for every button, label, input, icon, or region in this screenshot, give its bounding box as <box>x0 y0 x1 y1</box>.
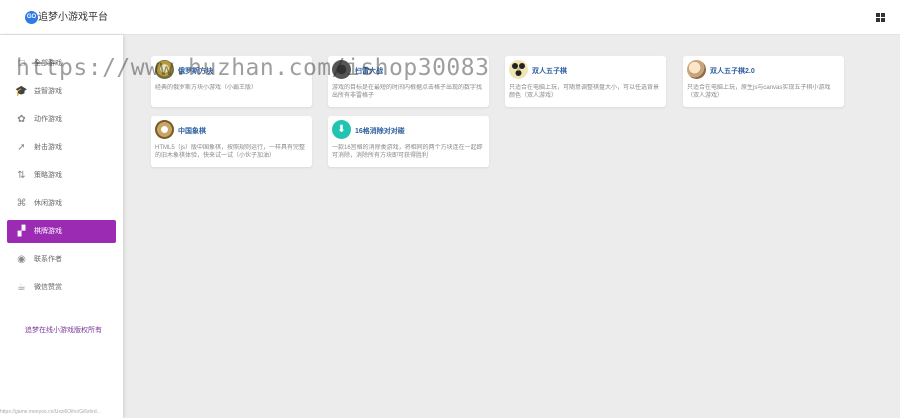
square-icon: □ <box>18 58 25 69</box>
sidebar-item-contact[interactable]: ◉ 联系作者 <box>7 248 116 271</box>
copyright-text: 追梦在线小游戏版权所有 <box>25 327 102 334</box>
sidebar-item-label: 微信赞赏 <box>34 284 62 291</box>
graduation-cap-icon: 🎓 <box>15 86 28 97</box>
checkerboard-icon: ▞ <box>17 226 26 237</box>
sidebar-item-strategy[interactable]: ⇅ 策略游戏 <box>7 164 116 187</box>
game-title[interactable]: 中国象棋 <box>178 126 206 136</box>
game-title[interactable]: 扫雷大战 <box>355 66 383 76</box>
game-description: HTML5（js）版中国象棋，按照规则运行，一样具有完整的旧木象棋体验，快来试一… <box>155 145 306 159</box>
sidebar-item-label: 棋牌游戏 <box>34 228 62 235</box>
game-description: 只适合在电脑上玩，原生js与canvas实现五子棋小游戏（双人游戏） <box>687 85 831 99</box>
game-title[interactable]: 双人五子棋 <box>532 66 567 76</box>
logo-icon[interactable]: GO <box>25 11 38 24</box>
sidebar-item-board-games[interactable]: ▞ 棋牌游戏 <box>7 220 116 243</box>
sidebar-item-action[interactable]: ✿ 动作游戏 <box>7 108 116 131</box>
windows-icon[interactable] <box>876 13 886 23</box>
chess-piece-icon <box>155 120 174 139</box>
game-title[interactable]: 16格消除对对碰 <box>355 126 405 136</box>
sidebar-item-label: 射击游戏 <box>34 144 62 151</box>
exchange-icon: ⇅ <box>17 170 26 181</box>
sidebar-item-puzzle[interactable]: 🎓 益智游戏 <box>7 80 116 103</box>
site-title[interactable]: 追梦小游戏平台 <box>38 11 108 24</box>
sidebar-item-donate[interactable]: ☕ 微信赞赏 <box>7 276 116 299</box>
sidebar-item-all-games[interactable]: □ 全部游戏 <box>7 52 116 75</box>
game-description: 只适合在电脑上玩，可随意调整棋盘大小，可以任选背景颜色（双人游戏） <box>509 85 660 99</box>
sidebar-item-label: 益智游戏 <box>34 88 62 95</box>
coffee-icon: ☕ <box>17 282 26 293</box>
game-card[interactable]: 扫雷大战 游戏的目标是在最短的时间内根据点击格子出现的数字找出所有非雷格子 <box>328 56 489 107</box>
user-circle-icon: ◉ <box>17 254 26 265</box>
gomoku-icon <box>509 60 528 79</box>
sidebar: □ 全部游戏 🎓 益智游戏 ✿ 动作游戏 ➚ 射击游戏 ⇅ 策略游戏 ⌘ 休闲游… <box>0 35 123 418</box>
reddit-icon: ✿ <box>17 114 26 125</box>
game-card[interactable]: 俄罗斯方块 经典的俄罗斯方块小游戏（小霸王版） <box>151 56 312 107</box>
sidebar-item-casual[interactable]: ⌘ 休闲游戏 <box>7 192 116 215</box>
sidebar-item-label: 休闲游戏 <box>34 200 62 207</box>
game-description: 一款16宫格的消除类游戏，将相同的两个方块连在一起即可消除，消除所有方块即可获得… <box>332 145 483 159</box>
sidebar-item-shooting[interactable]: ➚ 射击游戏 <box>7 136 116 159</box>
game-icon <box>332 60 351 79</box>
sidebar-item-label: 全部游戏 <box>34 60 62 67</box>
game-card[interactable]: ⬇ 16格消除对对碰 一款16宫格的消除类游戏，将相同的两个方块连在一起即可消除… <box>328 116 489 167</box>
game-title[interactable]: 双人五子棋2.0 <box>710 66 755 76</box>
download-icon: ⬇ <box>332 120 351 139</box>
sidebar-item-label: 动作游戏 <box>34 116 62 123</box>
sidebar-item-label: 策略游戏 <box>34 172 62 179</box>
command-icon: ⌘ <box>16 198 27 209</box>
game-title[interactable]: 俄罗斯方块 <box>178 66 213 76</box>
game-card[interactable]: 双人五子棋 只适合在电脑上玩，可随意调整棋盘大小，可以任选背景颜色（双人游戏） <box>505 56 666 107</box>
game-description: 游戏的目标是在最短的时间内根据点击格子出现的数字找出所有非雷格子 <box>332 85 483 99</box>
game-description: 经典的俄罗斯方块小游戏（小霸王版） <box>155 85 258 91</box>
game-icon <box>155 60 174 79</box>
status-url: https://game.meeyoo.cn/Uxzi6Oiho/Gi6xhrd… <box>0 409 101 415</box>
top-bar: GO 追梦小游戏平台 <box>0 0 900 35</box>
rocket-icon: ➚ <box>17 142 26 153</box>
game-card[interactable]: 双人五子棋2.0 只适合在电脑上玩，原生js与canvas实现五子棋小游戏（双人… <box>683 56 844 107</box>
sidebar-item-label: 联系作者 <box>34 256 62 263</box>
game-card[interactable]: 中国象棋 HTML5（js）版中国象棋，按照规则运行，一样具有完整的旧木象棋体验… <box>151 116 312 167</box>
game-icon <box>687 60 706 79</box>
